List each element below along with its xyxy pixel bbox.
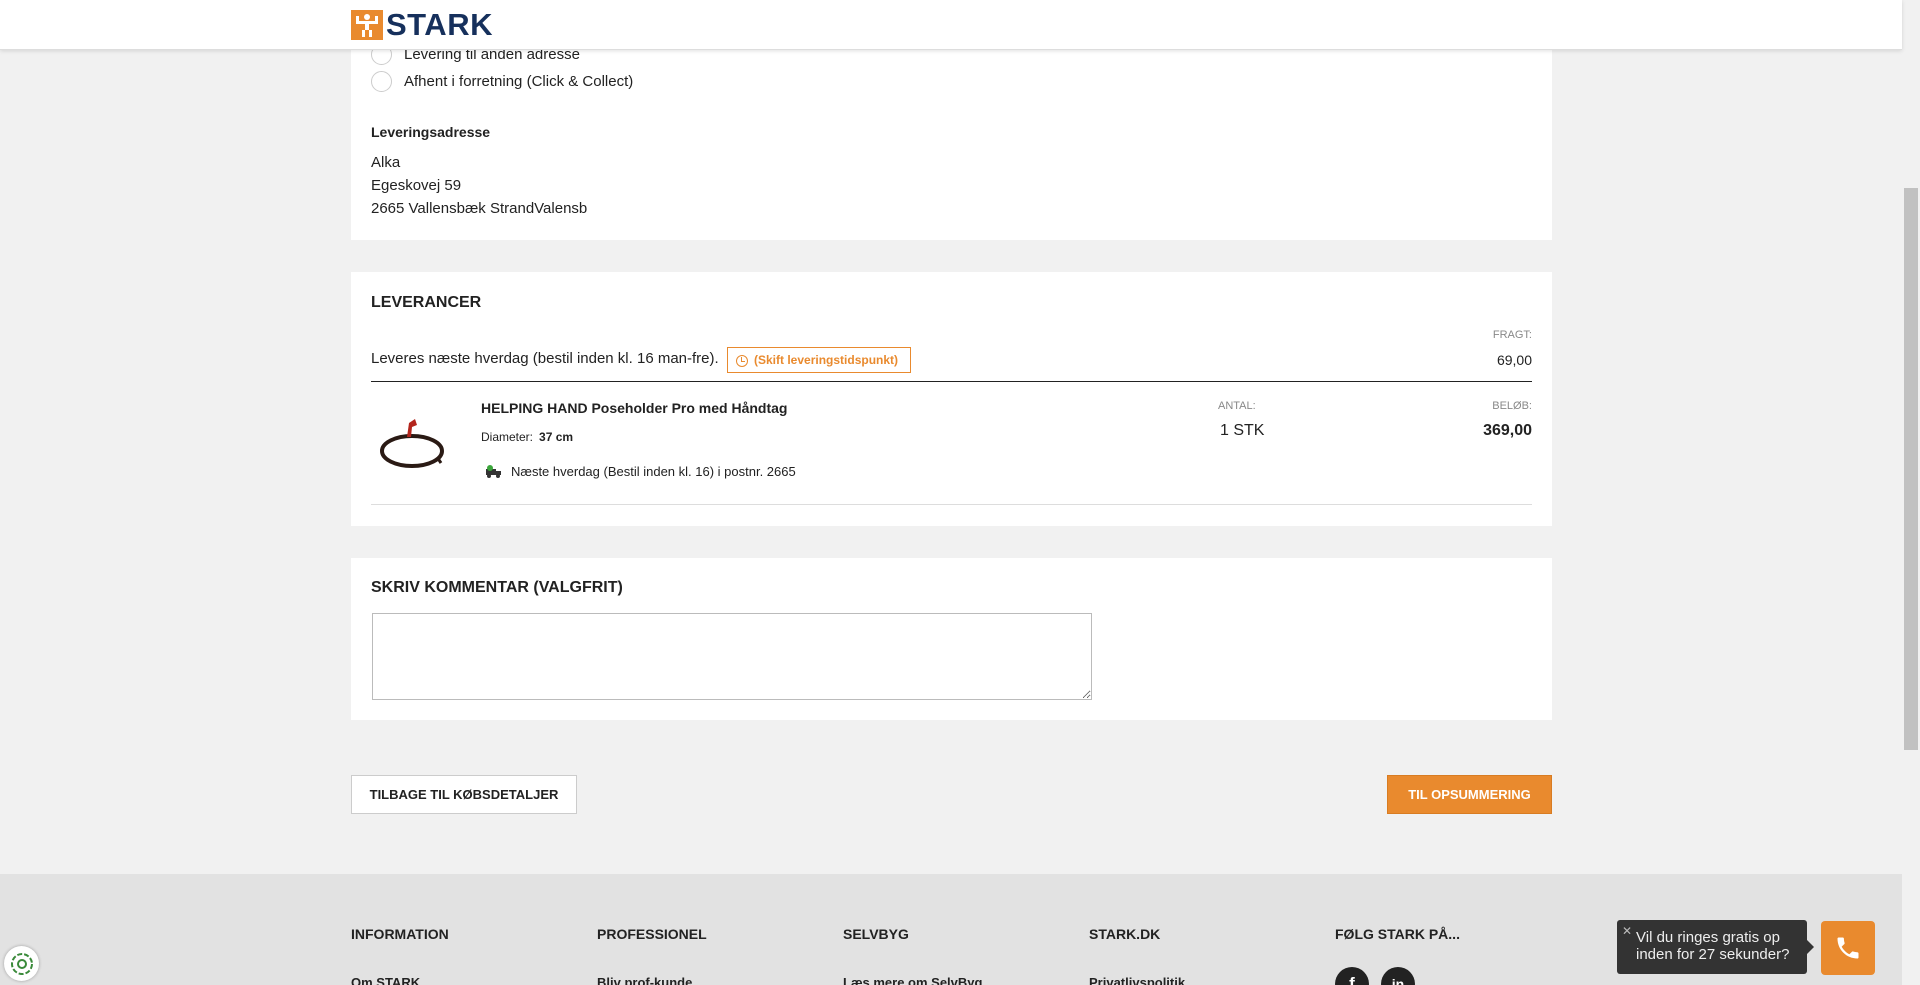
address-line: 2665 Vallensbæk StrandValensb: [371, 200, 588, 217]
logo-text: STARK: [386, 7, 493, 42]
facebook-icon[interactable]: f: [1335, 967, 1369, 985]
delivery-time-text: Leveres næste hverdag (bestil inden kl. …: [371, 350, 719, 367]
attribute-label: Diameter:: [481, 430, 534, 444]
footer-heading: INFORMATION: [351, 926, 449, 942]
stark-logo[interactable]: STARK: [351, 7, 493, 42]
address-label: Leveringsadresse: [371, 124, 491, 140]
stark-logo-icon: [351, 10, 383, 40]
close-icon[interactable]: ✕: [1622, 923, 1632, 940]
delivery-option-label: Afhent i forretning (Click & Collect): [404, 73, 634, 90]
quantity-value: 1 STK: [1220, 422, 1265, 439]
comment-card: SKRIV KOMMENTAR (VALGFRIT): [351, 558, 1552, 720]
product-attribute: Diameter: 37 cm: [481, 430, 573, 444]
product-shipping-info: Næste hverdag (Bestil inden kl. 16) i po…: [485, 464, 796, 479]
radio-icon[interactable]: [371, 71, 392, 92]
footer-column-information: INFORMATION Om STARK: [351, 926, 449, 985]
footer-link[interactable]: Privatlivspolitik: [1089, 975, 1185, 985]
callback-text: Vil du ringes gratis op inden for 27 sek…: [1636, 929, 1790, 963]
freight-value: 69,00: [1496, 352, 1532, 368]
deliveries-card: LEVERANCER FRAGT: 69,00 Leveres næste hv…: [351, 272, 1552, 526]
section-title: LEVERANCER: [371, 294, 482, 311]
product-image[interactable]: [379, 415, 445, 471]
quantity-label: ANTAL:: [1218, 400, 1256, 412]
page-scrollbar[interactable]: [1902, 0, 1920, 985]
site-header: STARK: [0, 0, 1902, 50]
comment-textarea[interactable]: [372, 613, 1092, 700]
footer-heading: PROFESSIONEL: [597, 926, 707, 942]
truck-icon: [486, 464, 501, 478]
linkedin-icon[interactable]: in: [1381, 967, 1415, 985]
footer-column-social: FØLG STARK PÅ... f in: [1335, 926, 1460, 985]
footer-column-professionel: PROFESSIONEL Bliv prof-kunde: [597, 926, 707, 985]
change-delivery-time-button[interactable]: (Skift leveringstidspunkt): [727, 347, 912, 373]
attribute-value: 37 cm: [539, 430, 574, 444]
cookie-settings-icon: [10, 952, 33, 975]
footer-heading: SELVBYG: [843, 926, 909, 942]
scrollbar-thumb[interactable]: [1904, 188, 1918, 750]
divider: [371, 381, 1532, 382]
footer-link[interactable]: Bliv prof-kunde: [597, 975, 707, 985]
footer-heading: STARK.DK: [1089, 926, 1161, 942]
to-summary-button[interactable]: TIL OPSUMMERING: [1387, 775, 1552, 814]
section-title: SKRIV KOMMENTAR (VALGFRIT): [371, 579, 623, 596]
footer-column-selvbyg: SELVBYG Læs mere om SelvByg: [843, 926, 982, 985]
freight-label: FRAGT:: [1492, 329, 1532, 341]
delivery-option-click-collect[interactable]: Afhent i forretning (Click & Collect): [371, 71, 633, 92]
amount-value: 369,00: [1483, 422, 1532, 439]
footer-link[interactable]: Læs mere om SelvByg: [843, 975, 982, 985]
cookie-settings-button[interactable]: [4, 946, 39, 981]
back-to-purchase-details-button[interactable]: TILBAGE TIL KØBSDETALJER: [351, 775, 577, 814]
phone-icon: [1837, 937, 1859, 959]
footer-column-starkdk: STARK.DK Privatlivspolitik: [1089, 926, 1185, 985]
divider: [371, 504, 1532, 505]
amount-label: BELØB:: [1492, 400, 1532, 412]
callback-phone-button[interactable]: [1821, 921, 1875, 975]
footer-link[interactable]: Om STARK: [351, 975, 449, 985]
address-line: Egeskovej 59: [371, 177, 462, 194]
footer-heading: FØLG STARK PÅ...: [1335, 926, 1460, 942]
callback-prompt[interactable]: ✕ Vil du ringes gratis op inden for 27 s…: [1617, 920, 1814, 974]
shipping-text: Næste hverdag (Bestil inden kl. 16) i po…: [511, 464, 796, 479]
change-delivery-time-label: (Skift leveringstidspunkt): [754, 353, 899, 367]
clock-icon: [736, 355, 748, 367]
product-name[interactable]: HELPING HAND Poseholder Pro med Håndtag: [481, 400, 787, 416]
address-line: Alka: [371, 154, 401, 171]
social-links: f in: [1335, 967, 1460, 985]
